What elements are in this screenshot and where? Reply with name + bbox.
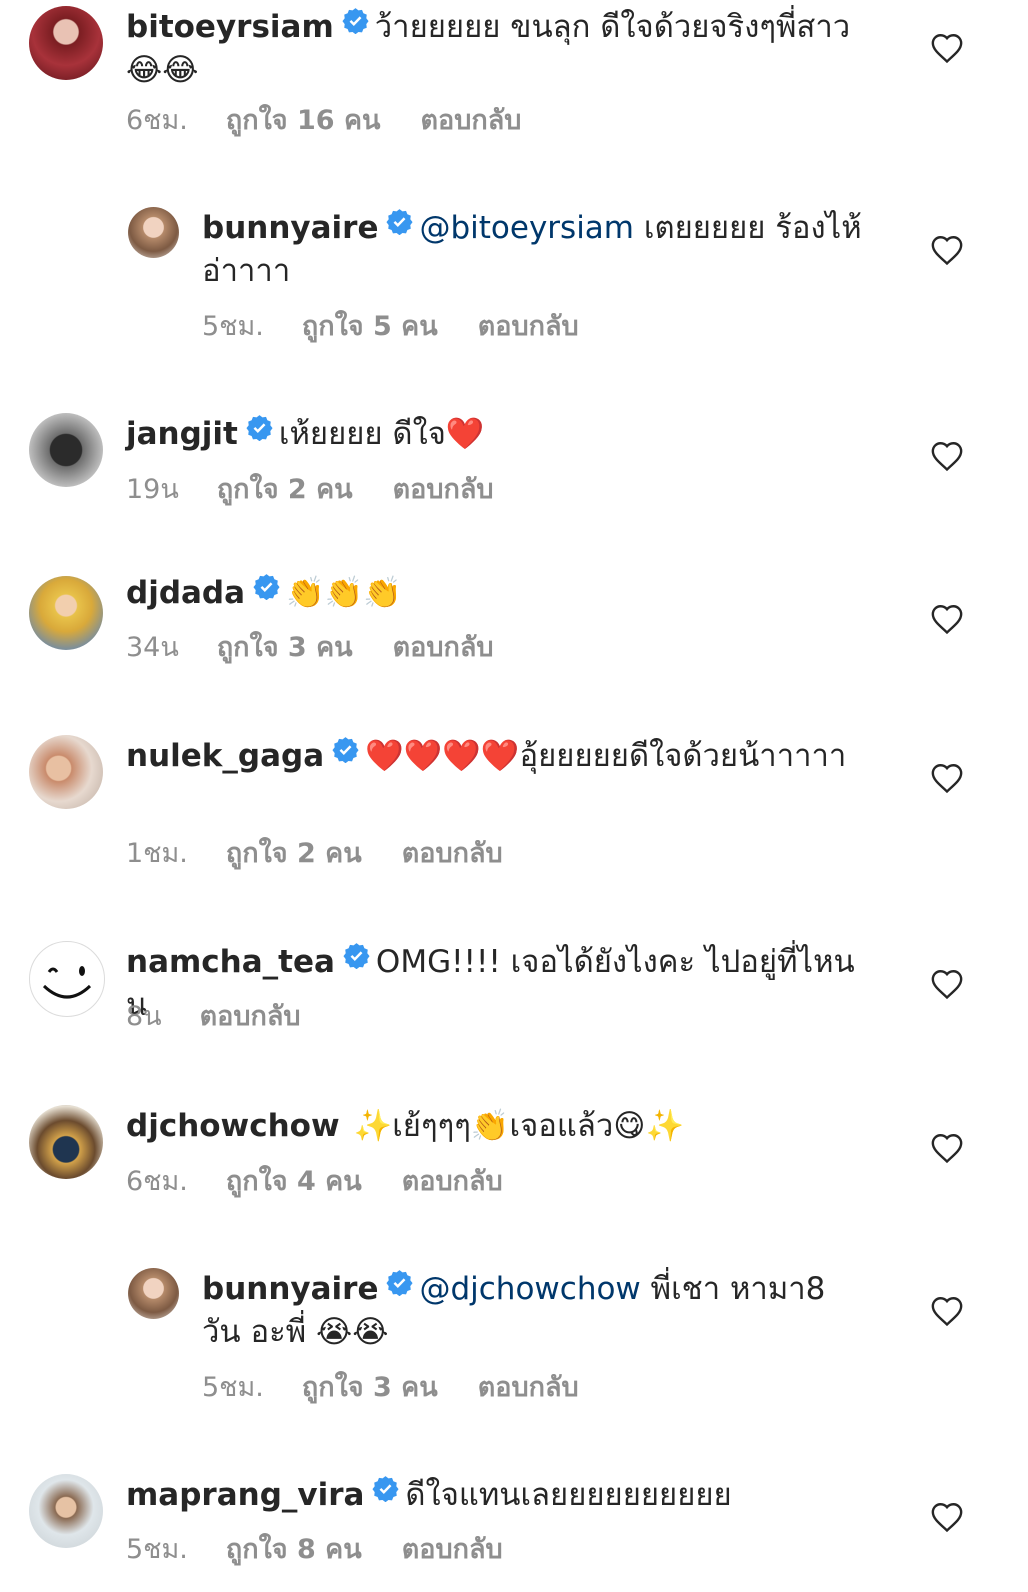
- heart-outline-icon[interactable]: [930, 968, 964, 1000]
- comment-body: ดีใจแทนเลยยยยยยยยยย: [405, 1477, 732, 1513]
- verified-badge-icon: [342, 7, 369, 34]
- heart-outline-icon[interactable]: [930, 440, 964, 472]
- reply-button[interactable]: ตอบกลับ: [393, 632, 494, 664]
- reply-button[interactable]: ตอบกลับ: [402, 1166, 503, 1198]
- comment-username[interactable]: bitoeyrsiam: [126, 9, 334, 45]
- comment-time: 5ชม.: [202, 1372, 264, 1403]
- avatar[interactable]: [29, 6, 103, 80]
- smiley-face-icon: [42, 966, 92, 999]
- comment-likes[interactable]: ถูกใจ 2 คน: [217, 474, 353, 506]
- reply-button[interactable]: ตอบกลับ: [478, 311, 579, 343]
- comment-meta: 5ชม. ถูกใจ 3 คน ตอบกลับ: [202, 1372, 579, 1404]
- comment-mention[interactable]: @djchowchow: [419, 1271, 640, 1307]
- avatar[interactable]: [29, 413, 103, 487]
- comment-text: djdada 👏👏👏: [126, 572, 868, 615]
- comment-time: 6ชม.: [126, 105, 188, 136]
- comment-meta: 6ชม. ถูกใจ 16 คน ตอบกลับ: [126, 105, 521, 137]
- comment-time: 1ชม.: [126, 838, 188, 869]
- comment-meta: 8น ตอบกลับ: [126, 1001, 301, 1033]
- comment-text: bitoeyrsiam ว้ายยยยย ขนลุก ดีใจด้วยจริงๆพ…: [126, 6, 868, 92]
- heart-outline-icon[interactable]: [930, 32, 964, 64]
- comment-likes[interactable]: ถูกใจ 2 คน: [226, 838, 362, 870]
- comment-time: 8น: [126, 1001, 162, 1032]
- comment-username[interactable]: namcha_tea: [126, 944, 335, 980]
- smiley-avatar[interactable]: [29, 941, 105, 1017]
- avatar[interactable]: [29, 1474, 103, 1548]
- comment-username[interactable]: djdada: [126, 575, 245, 611]
- comment-username[interactable]: djchowchow: [126, 1108, 340, 1144]
- comment-username[interactable]: jangjit: [126, 416, 238, 452]
- reply-button[interactable]: ตอบกลับ: [478, 1372, 579, 1404]
- comment-likes[interactable]: ถูกใจ 3 คน: [217, 632, 353, 664]
- comment-text: maprang_vira ดีใจแทนเลยยยยยยยยยย: [126, 1474, 868, 1517]
- avatar[interactable]: [128, 207, 179, 258]
- verified-badge-icon: [246, 414, 273, 441]
- comment-likes[interactable]: ถูกใจ 16 คน: [226, 105, 381, 137]
- comment-text: djchowchow ✨เย้ๆๆๆ👏เจอแล้ว😋✨: [126, 1105, 868, 1148]
- avatar[interactable]: [29, 576, 103, 650]
- reply-button[interactable]: ตอบกลับ: [200, 1001, 301, 1033]
- comment-body: ✨เย้ๆๆๆ👏เจอแล้ว😋✨: [353, 1108, 685, 1144]
- verified-badge-icon: [372, 1475, 399, 1502]
- comment-meta: 5ชม. ถูกใจ 5 คน ตอบกลับ: [202, 311, 579, 343]
- comment-body: ❤️❤️❤️❤️อุ้ยยยยยดีใจด้วยน้าาาาา: [365, 738, 847, 774]
- comment-time: 34น: [126, 632, 179, 663]
- avatar[interactable]: [128, 1268, 179, 1319]
- comment-likes[interactable]: ถูกใจ 5 คน: [302, 311, 438, 343]
- reply-button[interactable]: ตอบกลับ: [393, 474, 494, 506]
- reply-button[interactable]: ตอบกลับ: [402, 1534, 503, 1566]
- heart-outline-icon[interactable]: [930, 762, 964, 794]
- comment-meta: 1ชม. ถูกใจ 2 คน ตอบกลับ: [126, 838, 503, 870]
- comment-time: 5ชม.: [126, 1534, 188, 1565]
- reply-button[interactable]: ตอบกลับ: [402, 838, 503, 870]
- heart-outline-icon[interactable]: [930, 1295, 964, 1327]
- comment-time: 5ชม.: [202, 311, 264, 342]
- comment-time: 6ชม.: [126, 1166, 188, 1197]
- comment-mention[interactable]: @bitoeyrsiam: [419, 210, 634, 246]
- comment-likes[interactable]: ถูกใจ 4 คน: [226, 1166, 362, 1198]
- comment-meta: 5ชม. ถูกใจ 8 คน ตอบกลับ: [126, 1534, 503, 1566]
- comment-body: 👏👏👏: [286, 575, 402, 611]
- heart-outline-icon[interactable]: [930, 1501, 964, 1533]
- verified-badge-icon: [386, 1269, 414, 1296]
- comment-meta: 19น ถูกใจ 2 คน ตอบกลับ: [126, 474, 494, 506]
- verified-badge-icon: [332, 736, 359, 763]
- verified-badge-icon: [253, 573, 280, 600]
- comment-text: bunnyaire @djchowchow พี่เชา หามา8 วัน อะ…: [202, 1268, 868, 1354]
- comment-username[interactable]: nulek_gaga: [126, 738, 324, 774]
- comment-likes[interactable]: ถูกใจ 3 คน: [302, 1372, 438, 1404]
- avatar[interactable]: [29, 1105, 103, 1179]
- verified-badge-icon: [343, 942, 370, 969]
- heart-outline-icon[interactable]: [930, 234, 964, 266]
- comment-time: 19น: [126, 474, 179, 505]
- comment-username[interactable]: maprang_vira: [126, 1477, 364, 1513]
- comment-meta: 34น ถูกใจ 3 คน ตอบกลับ: [126, 632, 494, 664]
- reply-button[interactable]: ตอบกลับ: [420, 105, 521, 137]
- heart-outline-icon[interactable]: [930, 1132, 964, 1164]
- comment-username[interactable]: bunnyaire: [202, 210, 378, 246]
- comment-meta: 6ชม. ถูกใจ 4 คน ตอบกลับ: [126, 1166, 503, 1198]
- avatar[interactable]: [29, 735, 103, 809]
- comment-body: เห้ยยยย ดีใจ❤️: [278, 416, 485, 452]
- comment-username[interactable]: bunnyaire: [202, 1271, 378, 1307]
- comment-likes[interactable]: ถูกใจ 8 คน: [226, 1534, 362, 1566]
- comment-text: bunnyaire @bitoeyrsiam เตยยยยย ร้องไห้อ่า…: [202, 207, 868, 293]
- comment-text: nulek_gaga ❤️❤️❤️❤️อุ้ยยยยยดีใจด้วยน้าาาา…: [126, 735, 868, 778]
- comment-text: jangjit เห้ยยยย ดีใจ❤️: [126, 413, 868, 456]
- heart-outline-icon[interactable]: [930, 603, 964, 635]
- verified-badge-icon: [386, 208, 414, 235]
